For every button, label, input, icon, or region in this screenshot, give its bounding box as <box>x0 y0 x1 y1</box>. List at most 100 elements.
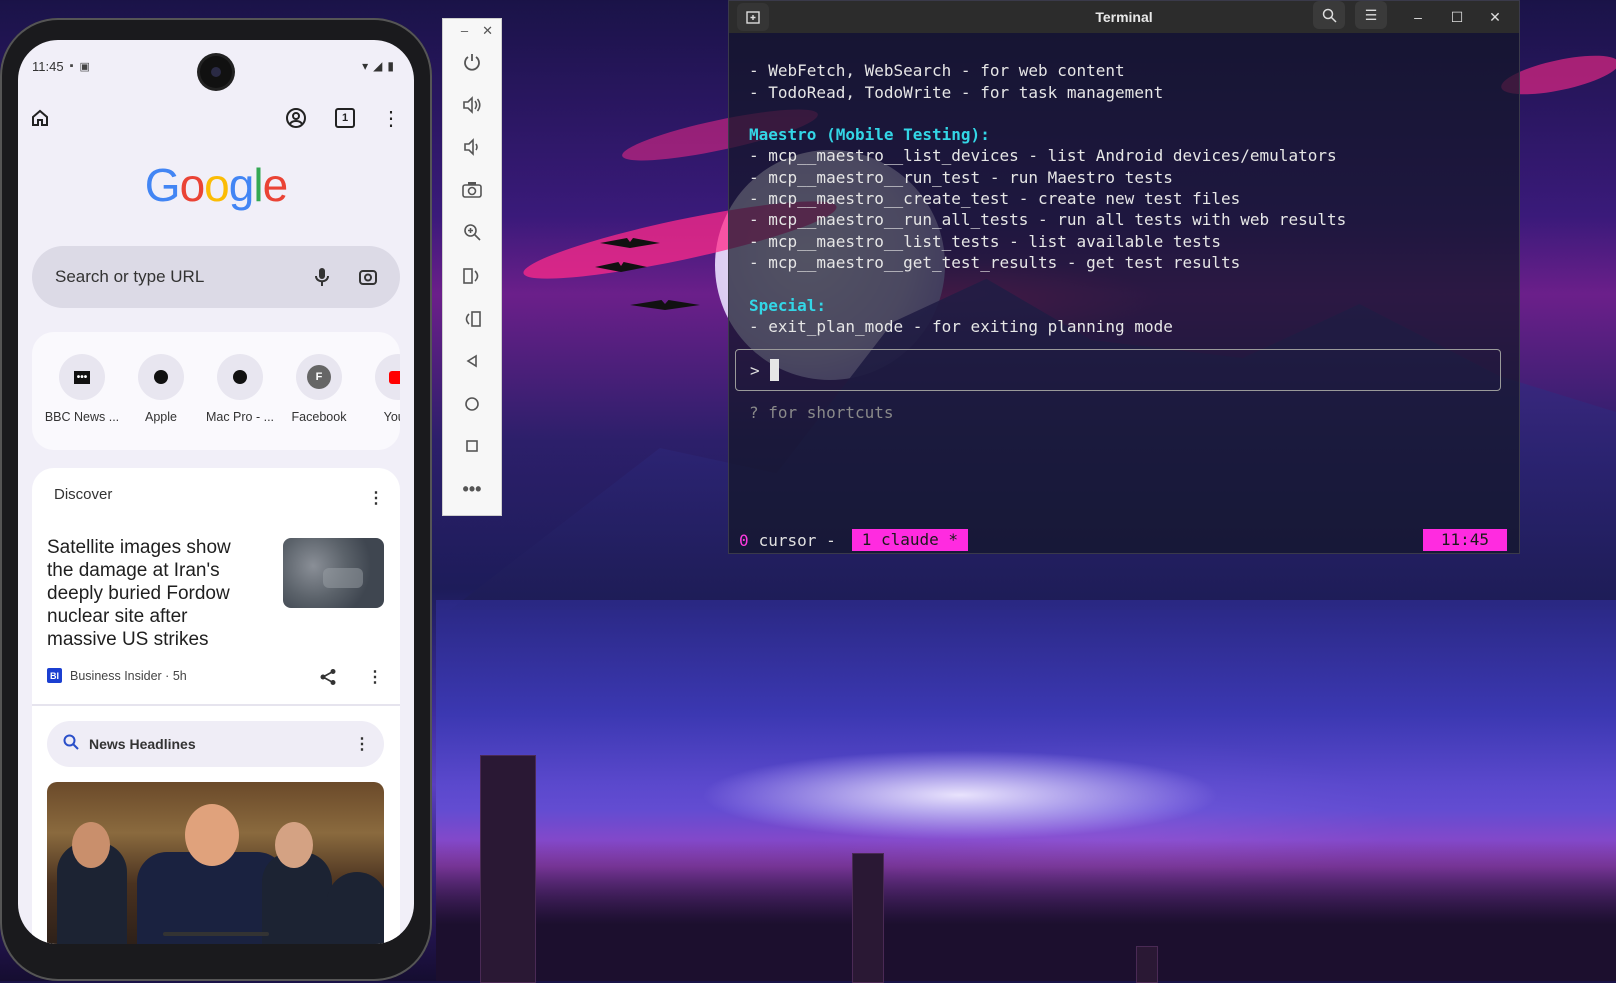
shortcut-label: YouT <box>383 410 400 424</box>
output-line: - mcp__maestro__list_devices - list Andr… <box>749 146 1337 166</box>
gesture-home-bar[interactable] <box>163 932 269 936</box>
rotate-left-button[interactable] <box>458 262 486 290</box>
phone-screen: 11:45 ▪ ▣ ▾ ◢ ▮ 1 ⋮ Google Search or typ… <box>18 40 414 944</box>
share-button[interactable] <box>318 667 338 687</box>
shortcuts-hint: ? for shortcuts <box>749 403 894 422</box>
search-bar[interactable]: Search or type URL <box>32 246 400 308</box>
more-horiz-icon: ••• <box>462 478 482 499</box>
screenshot-button[interactable] <box>458 176 486 204</box>
search-button[interactable] <box>1313 1 1345 29</box>
maximize-icon: ☐ <box>1450 8 1464 25</box>
shortcut-mac-pro[interactable]: Mac Pro - ... <box>200 354 280 424</box>
zoom-button[interactable] <box>458 218 486 246</box>
facebook-icon: F <box>296 354 342 400</box>
status-time: 11:45 <box>32 58 64 74</box>
business-insider-logo: BI <box>47 668 62 683</box>
news-headlines-label: News Headlines <box>89 736 196 752</box>
image-person <box>327 872 384 944</box>
front-camera <box>200 56 232 88</box>
window-index: 0 <box>739 530 749 550</box>
lens-camera-icon <box>359 270 377 285</box>
close-button[interactable]: ✕ <box>482 23 493 39</box>
shortcut-label: Mac Pro - ... <box>205 410 275 424</box>
tmux-status-bar: 0 cursor - 1 claude * 11:45 <box>729 529 1519 551</box>
rotate-right-button[interactable] <box>458 305 486 333</box>
tab-switcher-button[interactable]: 1 <box>331 104 359 132</box>
shortcut-youtube[interactable]: YouT <box>358 354 400 424</box>
terminal-title: Terminal <box>1095 9 1153 25</box>
image-face <box>185 804 239 866</box>
more-button[interactable]: ••• <box>458 475 486 503</box>
wallpaper-bird <box>630 300 700 310</box>
overview-button[interactable] <box>458 432 486 460</box>
zoom-icon <box>464 224 481 241</box>
output-line: - exit_plan_mode - for exiting planning … <box>749 316 1173 336</box>
android-emulator-phone: 11:45 ▪ ▣ ▾ ◢ ▮ 1 ⋮ Google Search or typ… <box>0 18 432 981</box>
apple-icon <box>138 354 184 400</box>
shortcut-label: BBC News ... <box>44 410 120 424</box>
shortcut-bbc-news[interactable]: ••• BBC News ... <box>42 354 122 424</box>
more-vert-icon[interactable]: ⋮ <box>354 734 370 754</box>
shortcut-label: Apple <box>145 410 177 424</box>
wallpaper-moon-reflection <box>700 750 1220 840</box>
status-clock: 11:45 <box>1422 529 1507 551</box>
discover-menu-button[interactable]: ⋮ <box>366 488 386 508</box>
volume-down-button[interactable] <box>458 133 486 161</box>
more-vert-icon: ⋮ <box>381 107 401 130</box>
menu-button[interactable]: ⋮ <box>377 104 405 132</box>
emulator-toolbar: – ✕ ••• <box>442 18 502 516</box>
prompt-input[interactable]: > <box>735 349 1501 391</box>
rotate-left-icon <box>463 268 479 284</box>
article-menu-button[interactable]: ⋮ <box>365 667 385 687</box>
sd-card-icon: ▪ <box>69 60 74 72</box>
hamburger-icon: ☰ <box>1364 6 1378 23</box>
volume-up-button[interactable] <box>458 91 486 119</box>
news-headlines-chip[interactable]: News Headlines ⋮ <box>47 721 384 767</box>
home-button[interactable] <box>26 104 54 132</box>
output-line: - mcp__maestro__run_test - run Maestro t… <box>749 167 1173 187</box>
minimize-button[interactable]: – <box>1406 5 1430 29</box>
news-image[interactable] <box>47 782 384 944</box>
article-thumbnail[interactable] <box>283 538 384 608</box>
google-logo: Google <box>144 159 288 211</box>
output-line: - mcp__maestro__run_all_tests - run all … <box>749 210 1347 230</box>
shortcut-apple[interactable]: Apple <box>121 354 201 424</box>
prompt-symbol: > <box>750 360 760 380</box>
image-face <box>275 822 313 868</box>
article-source: BI Business Insider · 5h <box>47 668 187 683</box>
voice-search-button[interactable] <box>308 263 336 291</box>
home-nav-button[interactable] <box>458 390 486 418</box>
search-icon <box>63 734 79 755</box>
apple-icon <box>217 354 263 400</box>
hamburger-menu-button[interactable]: ☰ <box>1355 1 1387 29</box>
back-icon <box>466 354 477 368</box>
article-headline[interactable]: Satellite images show the damage at Iran… <box>47 536 252 651</box>
tab-count: 1 <box>335 108 355 128</box>
search-icon <box>1322 8 1337 23</box>
wallpaper-post <box>852 853 884 983</box>
volume-up-icon <box>463 96 481 114</box>
minimize-button[interactable]: – <box>461 23 468 39</box>
window-tab-claude[interactable]: 1 claude * <box>851 529 969 551</box>
section-header: Special: <box>749 295 827 315</box>
terminal-window: Terminal ☰ – ☐ ✕ - WebFetch, WebSearch -… <box>728 0 1520 554</box>
microphone-icon <box>315 268 329 286</box>
power-button[interactable] <box>458 48 486 76</box>
wallpaper-post <box>1136 946 1158 983</box>
account-button[interactable] <box>282 104 310 132</box>
lens-search-button[interactable] <box>354 263 382 291</box>
search-input[interactable]: Search or type URL <box>55 267 308 287</box>
maximize-button[interactable]: ☐ <box>1445 5 1469 29</box>
wifi-icon: ▾ <box>362 59 369 73</box>
power-icon <box>464 54 480 71</box>
wallpaper-fence <box>436 840 1616 981</box>
signal-icon: ◢ <box>373 59 383 73</box>
minimize-icon: – <box>1414 9 1422 25</box>
back-button[interactable] <box>458 347 486 375</box>
window-tab-cursor[interactable]: cursor - <box>759 531 836 550</box>
share-icon <box>320 669 336 685</box>
home-circle-icon <box>465 397 479 411</box>
shortcut-label: Facebook <box>291 410 347 424</box>
shortcut-facebook[interactable]: F Facebook <box>279 354 359 424</box>
close-button[interactable]: ✕ <box>1483 5 1507 29</box>
